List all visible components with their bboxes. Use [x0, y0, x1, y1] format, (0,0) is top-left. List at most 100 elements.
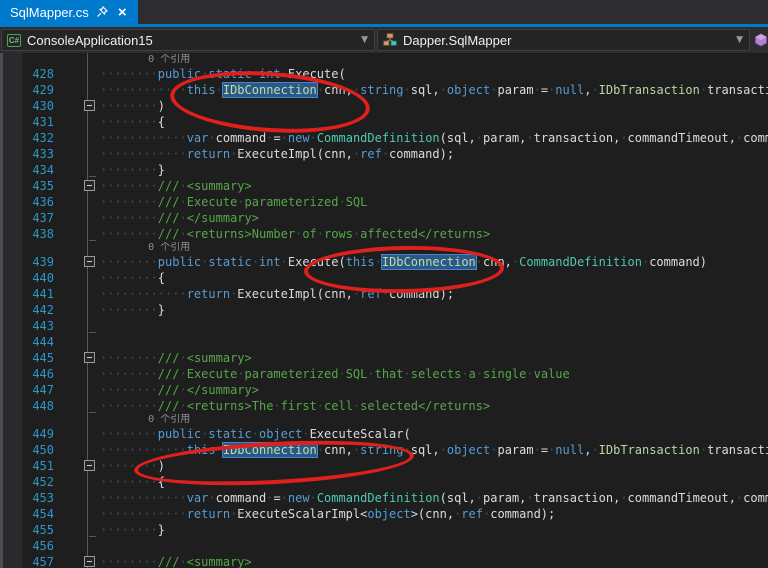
fold-collapse-toggle[interactable]	[84, 460, 95, 471]
code-line[interactable]: 444	[0, 334, 768, 350]
close-icon[interactable]: ×	[116, 5, 129, 20]
code-line-text[interactable]: ············this·IDbConnection·cnn,·stri…	[100, 82, 768, 98]
code-line[interactable]: 457 ········///·<summary>	[0, 554, 768, 568]
code-line[interactable]: 442 ········}	[0, 302, 768, 318]
code-editor[interactable]: 0 个引用 428 ········public·static·int·Execut…	[0, 53, 768, 568]
code-line[interactable]: 432 ············var·command·=·new·Command…	[0, 130, 768, 146]
code-line[interactable]: 456	[0, 538, 768, 554]
fold-margin-cell	[54, 490, 100, 506]
code-line[interactable]: 451 ········)	[0, 458, 768, 474]
fold-margin-cell	[54, 242, 100, 254]
code-line-text[interactable]: ········///·<summary>	[100, 178, 768, 194]
codelens-references-link[interactable]: 0 个引用	[100, 242, 768, 254]
fold-collapse-toggle[interactable]	[84, 100, 95, 111]
code-line-text[interactable]: ········{	[100, 474, 768, 490]
code-line-text[interactable]: ········///·<returns>The·first·cell·sele…	[100, 398, 768, 414]
whitespace-dots: ············	[100, 443, 187, 457]
code-line-text[interactable]: ············this·IDbConnection·cnn,·stri…	[100, 442, 768, 458]
codelens-row[interactable]: 0 个引用	[0, 242, 768, 254]
whitespace-dots: ·	[215, 443, 223, 457]
whitespace-dots: ·	[620, 491, 628, 505]
member-dropdown[interactable]	[752, 29, 768, 51]
whitespace-dots: ·	[381, 147, 390, 161]
code-line[interactable]: 439 ········public·static·int·Execute(thi…	[0, 254, 768, 270]
code-line[interactable]: 433 ············return·ExecuteImpl(cnn,·r…	[0, 146, 768, 162]
code-line[interactable]: 455 ········}	[0, 522, 768, 538]
codelens-row[interactable]: 0 个引用	[0, 54, 768, 66]
code-line-text[interactable]: ········///·Execute·parameterized·SQL·th…	[100, 366, 768, 382]
code-line[interactable]: 431 ········{	[0, 114, 768, 130]
code-line-text[interactable]: ············return·ExecuteImpl(cnn,·ref·…	[100, 286, 768, 302]
project-dropdown[interactable]: C# ConsoleApplication15 ▼	[1, 29, 375, 51]
code-line-text[interactable]: ············var·command·=·new·CommandDef…	[100, 130, 768, 146]
code-line-text[interactable]: ········}	[100, 302, 768, 318]
fold-collapse-toggle[interactable]	[84, 556, 95, 567]
code-line-text[interactable]: ········}	[100, 522, 768, 538]
codelens-row[interactable]: 0 个引用	[0, 414, 768, 426]
whitespace-dots: ·	[179, 399, 187, 413]
fold-collapse-toggle[interactable]	[84, 352, 95, 363]
code-line[interactable]: 440 ········{	[0, 270, 768, 286]
code-line-text[interactable]: ········///·Execute·parameterized·SQL	[100, 194, 768, 210]
code-line[interactable]: 449 ········public·static·object·ExecuteS…	[0, 426, 768, 442]
code-line[interactable]: 434 ········}	[0, 162, 768, 178]
pin-icon[interactable]	[96, 6, 109, 19]
code-line[interactable]: 441 ············return·ExecuteImpl(cnn,·r…	[0, 286, 768, 302]
code-line[interactable]: 454 ············return·ExecuteScalarImpl<…	[0, 506, 768, 522]
code-line[interactable]: 445 ········///·<summary>	[0, 350, 768, 366]
code-line-text[interactable]: ········}	[100, 162, 768, 178]
code-token: null	[555, 443, 585, 457]
code-line[interactable]: 428 ········public·static·int·Execute(	[0, 66, 768, 82]
code-line-text[interactable]: ········///·<summary>	[100, 554, 768, 568]
code-line[interactable]: 443	[0, 318, 768, 334]
code-line[interactable]: 436 ········///·Execute·parameterized·SQL	[0, 194, 768, 210]
code-line-text[interactable]: ········///·<returns>Number·of·rows·affe…	[100, 226, 768, 242]
code-line[interactable]: 447 ········///·</summary>	[0, 382, 768, 398]
tab-sqlmapper[interactable]: SqlMapper.cs ×	[0, 0, 138, 24]
line-number: 429	[32, 83, 54, 97]
code-line[interactable]: 450 ············this·IDbConnection·cnn,·s…	[0, 442, 768, 458]
code-line-text[interactable]: ············return·ExecuteScalarImpl<obj…	[100, 506, 768, 522]
code-line[interactable]: 429 ············this·IDbConnection·cnn,·s…	[0, 82, 768, 98]
code-line[interactable]: 430 ········)	[0, 98, 768, 114]
code-line[interactable]: 452 ········{	[0, 474, 768, 490]
code-line[interactable]: 446 ········///·Execute·parameterized·SQL…	[0, 366, 768, 382]
whitespace-dots: ·	[533, 443, 541, 457]
whitespace-dots: ·	[309, 131, 317, 145]
fold-collapse-toggle[interactable]	[84, 180, 95, 191]
code-line[interactable]: 448 ········///·<returns>The·first·cell·s…	[0, 398, 768, 414]
type-dropdown[interactable]: Dapper.SqlMapper ▼	[377, 29, 750, 51]
code-line[interactable]: 435 ········///·<summary>	[0, 178, 768, 194]
codelens-references-link[interactable]: 0 个引用	[100, 54, 768, 66]
code-line-text[interactable]: ············return·ExecuteImpl(cnn,·ref·…	[100, 146, 768, 162]
pin-icon-glyph	[97, 6, 109, 17]
code-line-text[interactable]	[100, 334, 768, 350]
code-line-text[interactable]: ········///·</summary>	[100, 210, 768, 226]
code-line-text[interactable]: ········{	[100, 270, 768, 286]
codelens-references-link[interactable]: 0 个引用	[100, 414, 768, 426]
code-line[interactable]: 438 ········///·<returns>Number·of·rows·a…	[0, 226, 768, 242]
code-line-text[interactable]: ········{	[100, 114, 768, 130]
code-line-text[interactable]: ············var·command·=·new·CommandDef…	[100, 490, 768, 506]
code-line-text[interactable]: ········///·<summary>	[100, 350, 768, 366]
whitespace-dots: ·	[526, 131, 534, 145]
fold-margin-cell	[54, 226, 100, 242]
line-number: 451	[32, 459, 54, 473]
code-line-text[interactable]: ········public·static·int·Execute(this·I…	[100, 254, 768, 270]
code-token: param	[497, 443, 534, 457]
code-line[interactable]: 437 ········///·</summary>	[0, 210, 768, 226]
code-line-text[interactable]	[100, 538, 768, 554]
code-line-text[interactable]: ········public·static·object·ExecuteScal…	[100, 426, 768, 442]
code-token: <returns>The	[186, 399, 274, 413]
code-line-text[interactable]	[100, 318, 768, 334]
code-line-text[interactable]: ········public·static·int·Execute(	[100, 66, 768, 82]
code-line-text[interactable]: ········)	[100, 458, 768, 474]
fold-collapse-toggle[interactable]	[84, 256, 95, 267]
code-token: string	[360, 443, 404, 457]
code-line[interactable]: 453 ············var·command·=·new·Command…	[0, 490, 768, 506]
code-token: ExecuteScalar(	[309, 427, 411, 441]
code-line-text[interactable]: ········)	[100, 98, 768, 114]
code-line-text[interactable]: ········///·</summary>	[100, 382, 768, 398]
whitespace-dots: ·	[533, 83, 541, 97]
minus-glyph	[87, 105, 92, 106]
